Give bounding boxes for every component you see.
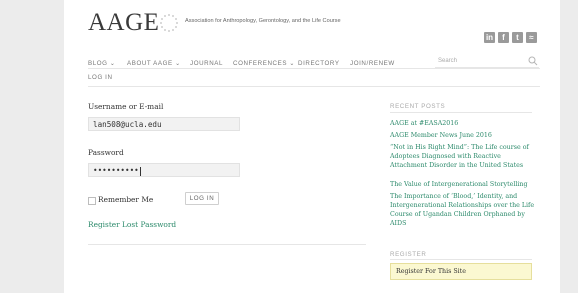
password-label: Password <box>88 148 124 157</box>
search-icon[interactable] <box>528 56 538 66</box>
recent-post-item[interactable]: AAGE Member News June 2016 <box>390 131 536 140</box>
facebook-icon[interactable]: f <box>498 32 509 43</box>
register-divider <box>390 259 532 260</box>
recent-post-item[interactable]: “Not in His Right Mind”: The Life course… <box>390 143 536 170</box>
register-link[interactable]: Register <box>88 220 120 229</box>
nav-about-aage[interactable]: ABOUT AAGE ⌄ <box>127 60 181 67</box>
register-for-site-link[interactable]: Register For This Site <box>390 263 532 280</box>
recent-post-item[interactable]: AAGE at #EASA2016 <box>390 119 536 128</box>
password-input[interactable]: •••••••••• <box>88 163 240 177</box>
site-logo[interactable]: AAGE <box>88 9 159 37</box>
linkedin-icon[interactable]: in <box>484 32 495 43</box>
lost-password-link[interactable]: Lost Password <box>122 220 176 229</box>
site-tagline: Association for Anthropology, Gerontolog… <box>185 18 341 24</box>
recent-posts-divider <box>390 112 532 113</box>
nav-conferences[interactable]: CONFERENCES ⌄ <box>233 60 295 67</box>
search-placeholder: Search <box>438 58 458 64</box>
logo-dots-icon <box>160 14 178 32</box>
username-label: Username or E-mail <box>88 102 164 111</box>
recent-post-item[interactable]: The Importance of ‘Blood,’ Identity, and… <box>390 192 536 228</box>
username-input[interactable]: lan508@ucla.edu <box>88 117 240 131</box>
register-heading: REGISTER <box>390 251 427 258</box>
nav-divider-2 <box>88 86 540 87</box>
rss-icon[interactable]: ≈ <box>526 32 537 43</box>
nav-divider <box>88 68 540 69</box>
login-button[interactable]: LOG IN <box>185 192 219 205</box>
remember-me-checkbox[interactable] <box>88 197 96 205</box>
page-content: AAGE Association for Anthropology, Geron… <box>64 0 560 293</box>
nav-directory[interactable]: DIRECTORY <box>298 60 340 67</box>
nav-blog[interactable]: BLOG ⌄ <box>88 60 116 67</box>
password-value: •••••••••• <box>93 166 139 175</box>
recent-post-item[interactable]: The Value of Intergenerational Storytell… <box>390 180 536 189</box>
nav-login[interactable]: LOG IN <box>88 74 113 81</box>
username-value: lan508@ucla.edu <box>93 120 162 129</box>
nav-journal[interactable]: JOURNAL <box>190 60 223 67</box>
twitter-icon[interactable]: t <box>512 32 523 43</box>
text-caret <box>139 166 141 176</box>
form-divider <box>88 244 366 245</box>
recent-posts-heading: RECENT POSTS <box>390 103 446 110</box>
nav-join-renew[interactable]: JOIN/RENEW <box>350 60 395 67</box>
remember-me-label[interactable]: Remember Me <box>98 195 153 204</box>
